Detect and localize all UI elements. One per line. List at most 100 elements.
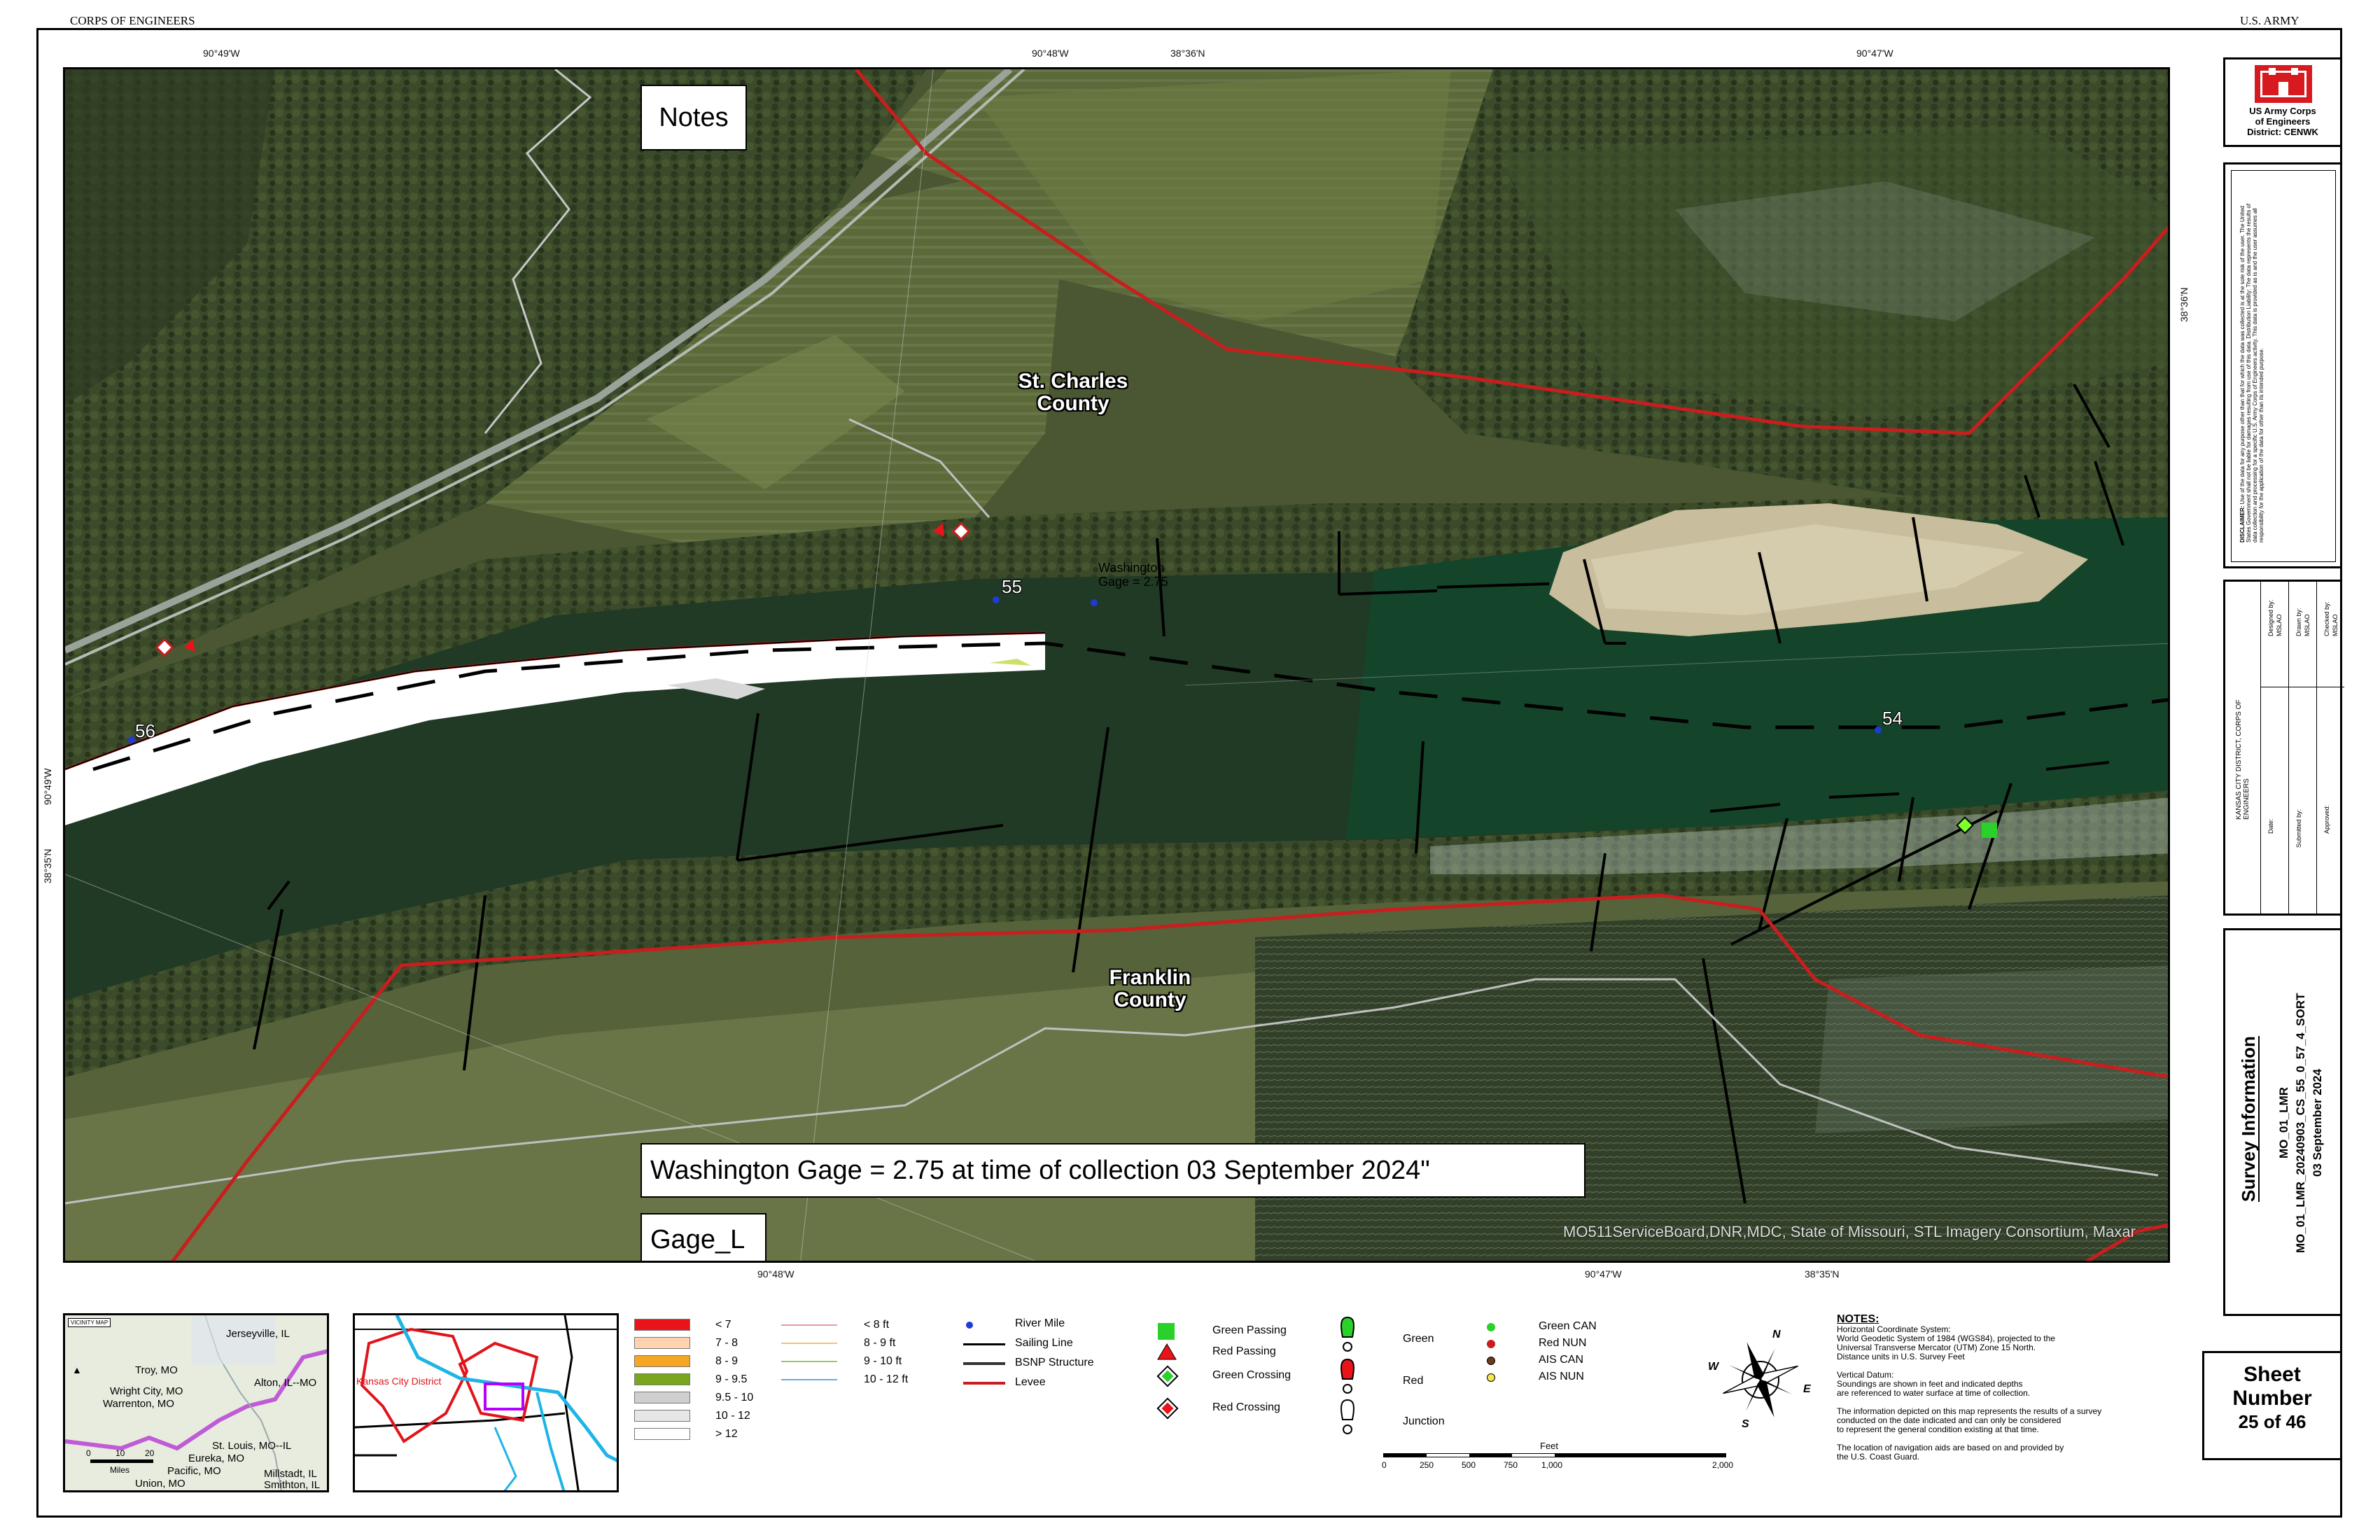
notes-line: to represent the general condition exist… — [1837, 1424, 2039, 1434]
usace-logo-panel: US Army Corps of Engineers District: CEN… — [2223, 57, 2342, 147]
checked-by-value: MSLAO — [2332, 614, 2339, 636]
tick-bottom-3: 38°35'N — [1805, 1268, 1840, 1280]
vicinity-scalebar — [90, 1460, 153, 1463]
scale-500: 500 — [1462, 1460, 1476, 1470]
place-wright-city: Wright City, MO — [110, 1385, 183, 1397]
designed-by-panel: KANSAS CITY DISTRICT, CORPS OF ENGINEERS… — [2223, 580, 2344, 916]
notes-line: are referenced to water surface at time … — [1837, 1388, 2031, 1398]
vicinity-scale-unit: Miles — [110, 1465, 130, 1475]
header-right: U.S. ARMY — [2240, 14, 2300, 27]
disclaimer-title: DISCLAIMER: — [2239, 505, 2246, 542]
district-overview-map: Kansas City District — [353, 1313, 619, 1492]
nav-aid-legend: Green Passing Red Passing Green Crossing… — [1155, 1319, 1323, 1431]
district-overview-drawing — [355, 1315, 617, 1490]
tick-top-3: 38°36'N — [1170, 48, 1205, 59]
county-label-st-charles: St. Charles County — [1018, 370, 1128, 415]
contour-legend-label: < 8 ft — [864, 1319, 890, 1331]
legend-green-passing: Green Passing — [1212, 1324, 1287, 1336]
ais-nun-icon — [1487, 1373, 1495, 1382]
submitted-by-label: Submitted by: — [2295, 808, 2302, 848]
can-nun-legend: Green CAN Red NUN AIS CAN AIS NUN — [1484, 1319, 1624, 1389]
legend-green-crossing: Green Crossing — [1212, 1369, 1292, 1381]
depth-legend-label: > 12 — [715, 1428, 738, 1440]
contour-swatch — [781, 1343, 837, 1344]
notes-title: NOTES: — [1837, 1313, 1879, 1325]
vicinity-scale-10: 10 — [115, 1448, 125, 1458]
legend-river-mile: River Mile — [1015, 1317, 1065, 1329]
castle-logo — [2255, 65, 2312, 103]
bsnp-structure-swatch — [963, 1362, 1005, 1365]
vicinity-map: VICINITY MAP Jerseyville, IL Troy, MO Wr… — [63, 1313, 329, 1492]
compass-e: E — [1803, 1383, 1811, 1395]
scale-750: 750 — [1504, 1460, 1518, 1470]
place-jerseyville: Jerseyville, IL — [226, 1328, 290, 1340]
depth-legend-label: < 7 — [715, 1319, 732, 1331]
scale-0: 0 — [1382, 1460, 1387, 1470]
legend-levee: Levee — [1015, 1376, 1046, 1388]
feature-legend: River Mile Sailing Line BSNP Structure L… — [963, 1316, 1131, 1400]
place-warrenton: Warrenton, MO — [103, 1398, 174, 1410]
vicinity-map-title: VICINITY MAP — [68, 1318, 111, 1327]
county-label-franklin: Franklin County — [1109, 966, 1191, 1011]
tick-top-1: 90°49'W — [203, 48, 240, 59]
compass-s: S — [1742, 1418, 1749, 1430]
legend-bsnp-structure: BSNP Structure — [1015, 1357, 1094, 1368]
sheet-number-panel: Sheet Number 25 of 46 — [2202, 1351, 2342, 1460]
place-st-louis: St. Louis, MO--IL — [212, 1440, 292, 1452]
sheet-label: Sheet — [2244, 1363, 2301, 1386]
compass-n: N — [1772, 1329, 1781, 1340]
tick-bottom-2: 90°47'W — [1585, 1268, 1622, 1280]
legend-ais-nun: AIS NUN — [1539, 1371, 1584, 1382]
contour-swatch — [781, 1324, 837, 1326]
tick-left-2: 38°35'N — [42, 848, 53, 883]
notes-line: Distance units in U.S. Survey Feet — [1837, 1352, 1965, 1362]
contour-legend-label: 8 - 9 ft — [864, 1337, 896, 1349]
place-alton: Alton, IL--MO — [254, 1377, 317, 1389]
place-millstadt: Millstadt, IL — [264, 1468, 317, 1480]
survey-line-3: 03 September 2024 — [2311, 1068, 2324, 1177]
river-mile-55: 55 — [1002, 576, 1022, 597]
levee-swatch — [963, 1382, 1005, 1385]
notes-label: Notes — [640, 85, 747, 150]
scale-1000: 1,000 — [1541, 1460, 1563, 1470]
drawn-by-value: MSLAO — [2304, 614, 2311, 636]
legend-red-buoy: Red — [1403, 1375, 1424, 1387]
approved-label: Approved: — [2323, 804, 2330, 834]
legend-red-crossing: Red Crossing — [1212, 1401, 1280, 1413]
river-mile-56: 56 — [135, 720, 155, 741]
depth-legend-label: 8 - 9 — [715, 1355, 738, 1367]
drawn-by-label: Drawn by: — [2295, 608, 2302, 636]
contour-swatch — [781, 1379, 837, 1380]
imagery-credit: MO511ServiceBoard,DNR,MDC, State of Miss… — [1563, 1223, 2136, 1240]
survey-info-panel: Survey Information MO_01_LMR MO_01_LMR_2… — [2223, 928, 2342, 1316]
tick-right: 38°36'N — [2178, 287, 2190, 322]
survey-line-2: MO_01_LMR_20240903_CS_55_0_57_4_SORT — [2294, 993, 2307, 1253]
scalebar-bar — [1383, 1453, 1726, 1457]
gage-l-label: Gage_L — [640, 1213, 766, 1261]
date-label: Date: — [2267, 818, 2274, 834]
tick-top-4: 90°47'W — [1856, 48, 1893, 59]
place-troy: Troy, MO — [135, 1364, 178, 1376]
disclaimer-text: Use of the data for any purpose other th… — [2239, 203, 2264, 542]
compass-rose-icon: N E S W — [1708, 1327, 1813, 1432]
green-can-icon — [1487, 1323, 1495, 1331]
river-mile-54: 54 — [1882, 708, 1903, 729]
legend-red-passing: Red Passing — [1212, 1345, 1276, 1357]
depth-swatch — [634, 1410, 690, 1422]
red-nun-icon — [1487, 1340, 1495, 1348]
survey-title: Survey Information — [2238, 1036, 2259, 1203]
legend-green-buoy: Green — [1403, 1333, 1434, 1345]
district-map-label: Kansas City District — [356, 1376, 442, 1387]
north-arrow-icon: ▲ — [72, 1364, 82, 1376]
gage-banner: Washington Gage = 2.75 at time of collec… — [640, 1143, 1586, 1198]
buoy-legend: Green Red Junction — [1337, 1316, 1477, 1442]
map-frame[interactable]: Notes St. Charles County Franklin County… — [63, 67, 2170, 1263]
tick-left-1: 90°49'W — [42, 768, 53, 805]
contour-legend-label: 9 - 10 ft — [864, 1355, 902, 1367]
legend-junction-buoy: Junction — [1403, 1415, 1445, 1427]
number-label: Number — [2232, 1387, 2312, 1410]
logo-line-3: District: CENWK — [2247, 127, 2318, 137]
scalebar-unit: Feet — [1540, 1441, 1559, 1451]
vicinity-scale-0: 0 — [86, 1448, 91, 1458]
tick-top-2: 90°48'W — [1032, 48, 1069, 59]
